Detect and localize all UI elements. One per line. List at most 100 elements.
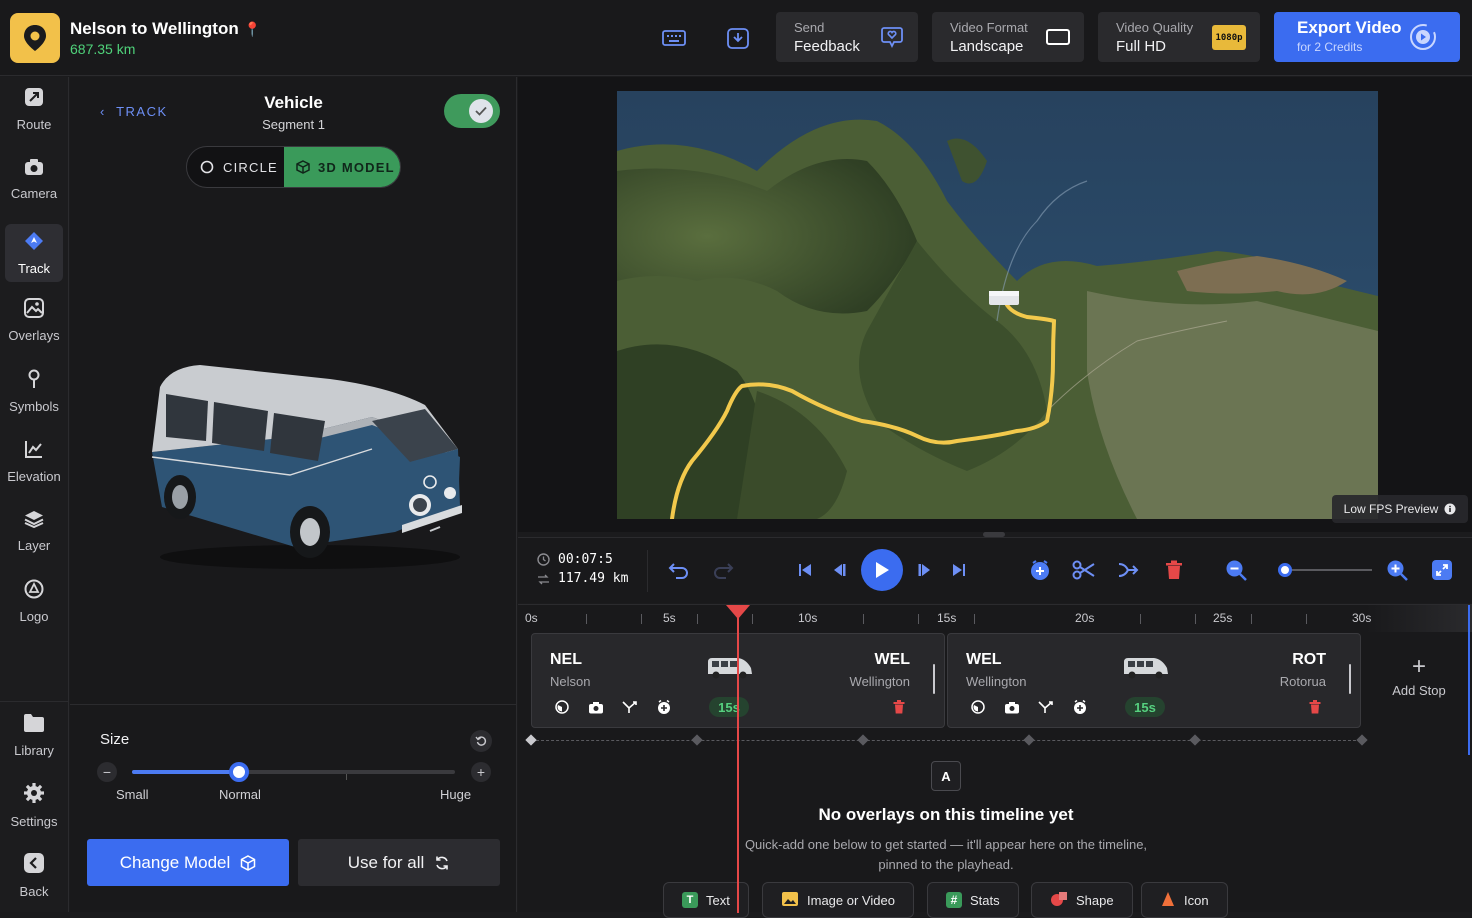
playhead[interactable] <box>737 605 739 913</box>
info-icon <box>1444 503 1456 515</box>
top-bar: Nelson to Wellington 📍 687.35 km Send Fe… <box>0 0 1472 76</box>
size-slider-thumb[interactable] <box>228 762 249 782</box>
add-keyframe-icon[interactable] <box>1027 557 1053 583</box>
zoom-in-icon[interactable] <box>1384 557 1410 583</box>
video-format-button[interactable]: Video Format Landscape <box>932 12 1084 62</box>
track-icon <box>24 231 44 256</box>
keyframe-marker[interactable] <box>1023 734 1035 746</box>
camera-icon[interactable] <box>1003 698 1021 716</box>
keyframe-marker[interactable] <box>691 734 703 746</box>
left-rail: Route Camera Track Overlays Symbols Elev… <box>0 77 69 912</box>
controls-divider <box>647 550 648 592</box>
size-decrease-button[interactable]: − <box>97 762 117 782</box>
segment-delete-icon[interactable] <box>890 698 908 716</box>
map-preview[interactable] <box>617 91 1378 519</box>
merge-icon[interactable] <box>1115 557 1141 583</box>
zoom-out-icon[interactable] <box>1223 557 1249 583</box>
add-timer-icon[interactable] <box>655 698 673 716</box>
video-quality-button[interactable]: Video Quality Full HD 1080p <box>1098 12 1260 62</box>
use-for-all-button[interactable]: Use for all <box>298 839 500 886</box>
mode-3d-model-option[interactable]: 3D MODEL <box>284 147 400 187</box>
image-icon <box>781 891 799 910</box>
send-feedback-button[interactable]: Send Feedback <box>776 12 918 62</box>
rail-item-route[interactable]: Route <box>5 80 63 138</box>
speed-icon[interactable] <box>969 698 987 716</box>
distance-icon <box>537 573 550 591</box>
segment-delete-icon[interactable] <box>1306 698 1324 716</box>
undo-icon[interactable] <box>666 557 692 583</box>
app-logo-icon[interactable] <box>10 13 60 63</box>
fit-timeline-icon[interactable] <box>1429 557 1455 583</box>
quick-add-stats-button[interactable]: # Stats <box>927 882 1019 918</box>
size-increase-button[interactable]: + <box>471 762 491 782</box>
change-model-button[interactable]: Change Model <box>87 839 289 886</box>
timeline-scrollbar[interactable] <box>1468 605 1470 755</box>
feedback-icon <box>880 25 904 54</box>
keyframe-marker[interactable] <box>1356 734 1368 746</box>
camera-icon[interactable] <box>587 698 605 716</box>
vehicle-3d-preview[interactable] <box>140 357 470 582</box>
reset-size-icon[interactable] <box>470 730 492 752</box>
map-vehicle-marker <box>989 291 1019 305</box>
vehicle-enabled-toggle[interactable] <box>444 94 500 128</box>
rail-item-back[interactable]: Back <box>5 846 63 904</box>
play-button[interactable] <box>861 549 903 591</box>
delete-icon[interactable] <box>1161 557 1187 583</box>
keyframe-marker[interactable] <box>525 734 537 746</box>
layer-icon <box>24 510 44 533</box>
segment-duration[interactable]: 15s <box>1125 697 1165 717</box>
zoom-slider-track[interactable] <box>1280 569 1372 571</box>
quick-add-text-button[interactable]: T Text <box>663 882 749 918</box>
speed-icon[interactable] <box>553 698 571 716</box>
segment-resize-handle[interactable] <box>933 664 935 694</box>
zoom-slider-thumb[interactable] <box>1277 563 1292 577</box>
rail-item-settings[interactable]: Settings <box>5 776 63 834</box>
keyframe-marker[interactable] <box>857 734 869 746</box>
redo-icon[interactable] <box>710 557 736 583</box>
rail-item-camera[interactable]: Camera <box>5 150 63 208</box>
project-distance: 687.35 km <box>70 41 136 57</box>
keyframe-marker[interactable] <box>1189 734 1201 746</box>
add-stop-button[interactable]: + Add Stop <box>1384 653 1454 699</box>
quick-add-image-video-button[interactable]: Image or Video <box>762 882 914 918</box>
project-title[interactable]: Nelson to Wellington 📍 <box>70 19 261 39</box>
transition-icon[interactable] <box>1037 698 1055 716</box>
skip-to-start-icon[interactable] <box>792 557 818 583</box>
low-fps-preview-badge[interactable]: Low FPS Preview <box>1332 495 1468 523</box>
vehicle-panel: ‹ TRACK Vehicle Segment 1 CIRCLE 3D MODE… <box>70 77 517 912</box>
quick-add-shape-button[interactable]: Shape <box>1031 882 1133 918</box>
segment-duration[interactable]: 15s <box>709 697 749 717</box>
playhead-handle[interactable] <box>726 605 750 619</box>
step-forward-icon[interactable] <box>912 557 938 583</box>
segment-resize-handle[interactable] <box>1349 664 1351 694</box>
shape-icon <box>1050 891 1068 910</box>
rail-item-symbols[interactable]: Symbols <box>5 362 63 420</box>
export-video-button[interactable]: Export Video for 2 Credits <box>1274 12 1460 62</box>
segment-card[interactable]: WEL Wellington ROT Rotorua 15s <box>947 633 1361 728</box>
step-back-icon[interactable] <box>826 557 852 583</box>
scissors-icon[interactable] <box>1071 557 1097 583</box>
keyboard-icon[interactable] <box>660 24 688 52</box>
transition-icon[interactable] <box>621 698 639 716</box>
skip-to-end-icon[interactable] <box>946 557 972 583</box>
download-icon[interactable] <box>724 24 752 52</box>
rail-item-layer[interactable]: Layer <box>5 502 63 560</box>
cone-icon <box>1160 891 1176 910</box>
size-slider-tick <box>346 774 347 780</box>
rail-item-elevation[interactable]: Elevation <box>5 432 63 490</box>
plus-icon: + <box>1411 653 1426 680</box>
mode-circle-option[interactable]: CIRCLE <box>187 147 284 187</box>
rail-item-overlays[interactable]: Overlays <box>5 291 63 349</box>
play-icon <box>876 562 889 578</box>
quick-add-icon-button[interactable]: Icon <box>1141 882 1228 918</box>
size-scale-small: Small <box>116 787 149 802</box>
rail-divider <box>0 701 69 702</box>
add-timer-icon[interactable] <box>1071 698 1089 716</box>
rail-item-track[interactable]: Track <box>5 224 63 282</box>
keyframe-track[interactable] <box>531 740 1361 741</box>
overlay-badge-icon: A <box>931 761 961 791</box>
rail-item-library[interactable]: Library <box>5 706 63 764</box>
rail-item-logo[interactable]: Logo <box>5 572 63 630</box>
size-scale-normal: Normal <box>219 787 261 802</box>
empty-overlays-title: No overlays on this timeline yet <box>818 805 1074 824</box>
